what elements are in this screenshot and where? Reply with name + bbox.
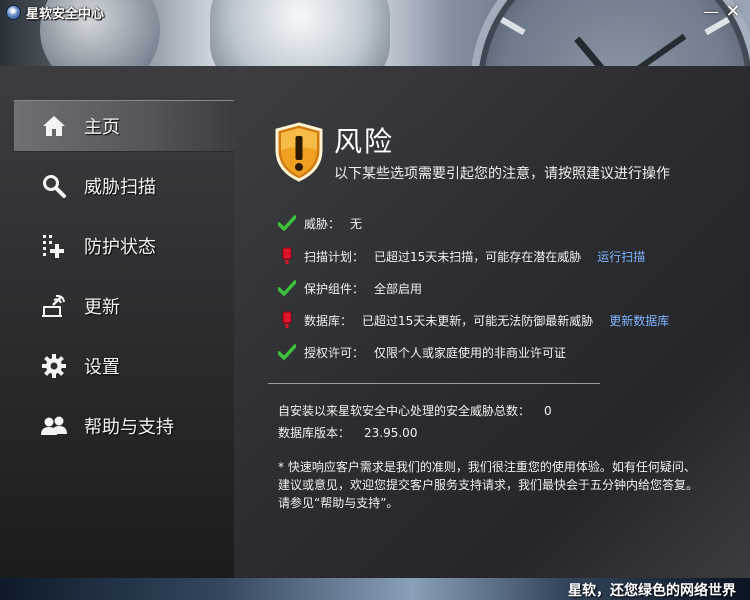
sidebar-item-update[interactable]: 更新 — [14, 280, 234, 332]
status-value: 全部启用 — [374, 281, 423, 296]
update-icon — [40, 292, 68, 320]
title-bar[interactable]: ★ 星软安全中心 — ✕ — [0, 0, 750, 24]
threats-total-value: 0 — [544, 404, 552, 418]
status-row-protection-components: 保护组件： 全部启用 — [278, 277, 422, 299]
status-label: 扫描计划： — [304, 249, 365, 264]
status-row-license: 授权许可： 仅限个人或家庭使用的非商业许可证 — [278, 341, 566, 363]
database-version-label: 数据库版本： — [278, 426, 351, 440]
warning-flag-icon — [278, 311, 296, 329]
status-label: 数据库： — [304, 313, 353, 328]
divider — [268, 383, 600, 384]
sidebar-item-label: 主页 — [84, 117, 120, 138]
sidebar: 主页 威胁扫描 防护状态 更新 设置 帮助与支持 — [0, 66, 234, 578]
sidebar-item-label: 帮助与支持 — [84, 417, 174, 438]
sidebar-item-home[interactable]: 主页 — [14, 100, 234, 152]
sidebar-item-protection-status[interactable]: 防护状态 — [14, 220, 234, 272]
status-value: 无 — [350, 216, 363, 231]
app-logo-icon: ★ — [6, 4, 21, 20]
threats-total-label: 自安装以来星软安全中心处理的安全威胁总数： — [278, 404, 531, 418]
close-button[interactable]: ✕ — [724, 3, 742, 21]
footer-slogan: 星软，还您绿色的网络世界 — [568, 583, 736, 599]
footer-bar: 星软，还您绿色的网络世界 — [0, 578, 750, 600]
minimize-button[interactable]: — — [702, 3, 720, 21]
status-label: 威胁： — [304, 216, 341, 231]
check-icon — [278, 343, 296, 361]
main-panel: 风险 以下某些选项需要引起您的注意，请按照建议进行操作 威胁： 无 扫描计划： … — [234, 66, 750, 578]
search-icon — [40, 172, 68, 200]
page-title: 风险 — [334, 125, 395, 158]
status-value: 仅限个人或家庭使用的非商业许可证 — [374, 345, 567, 360]
protection-grid-icon — [40, 232, 68, 260]
home-icon — [40, 112, 68, 140]
status-label: 保护组件： — [304, 281, 365, 296]
sidebar-item-label: 威胁扫描 — [84, 177, 156, 198]
warning-flag-icon — [278, 247, 296, 265]
sidebar-item-label: 更新 — [84, 297, 120, 318]
status-value: 已超过15天未扫描，可能存在潜在威胁 — [374, 249, 582, 264]
update-database-link[interactable]: 更新数据库 — [609, 312, 669, 329]
run-scan-link[interactable]: 运行扫描 — [597, 248, 645, 265]
check-icon — [278, 279, 296, 297]
check-icon — [278, 214, 296, 232]
status-label: 授权许可： — [304, 345, 365, 360]
users-icon — [40, 412, 68, 440]
sidebar-item-threat-scan[interactable]: 威胁扫描 — [14, 160, 234, 212]
support-note: * 快速响应客户需求是我们的准则，我们很注重您的使用体验。如有任何疑问、建议或意… — [278, 460, 699, 510]
database-version-value: 23.95.00 — [364, 426, 418, 440]
sidebar-item-label: 设置 — [84, 357, 120, 378]
status-row-threat: 威胁： 无 — [278, 212, 362, 234]
status-value: 已超过15天未更新，可能无法防御最新威胁 — [362, 313, 594, 328]
sidebar-item-label: 防护状态 — [84, 237, 156, 258]
warning-shield-icon — [275, 122, 323, 182]
status-row-database: 数据库： 已超过15天未更新，可能无法防御最新威胁 更新数据库 — [278, 309, 669, 331]
gear-icon — [40, 352, 68, 380]
threats-total: 自安装以来星软安全中心处理的安全威胁总数： 0 — [278, 402, 552, 419]
page-subtitle: 以下某些选项需要引起您的注意，请按照建议进行操作 — [334, 166, 670, 182]
sidebar-item-help-support[interactable]: 帮助与支持 — [14, 400, 234, 452]
status-row-scan-schedule: 扫描计划： 已超过15天未扫描，可能存在潜在威胁 运行扫描 — [278, 245, 645, 267]
database-version: 数据库版本： 23.95.00 — [278, 424, 417, 441]
app-window: ★ 星软安全中心 — ✕ 主页 威胁扫描 防护状态 更新 设置 帮助与支持 风险… — [0, 0, 750, 600]
window-title: 星软安全中心 — [26, 6, 105, 22]
sidebar-item-settings[interactable]: 设置 — [14, 340, 234, 392]
